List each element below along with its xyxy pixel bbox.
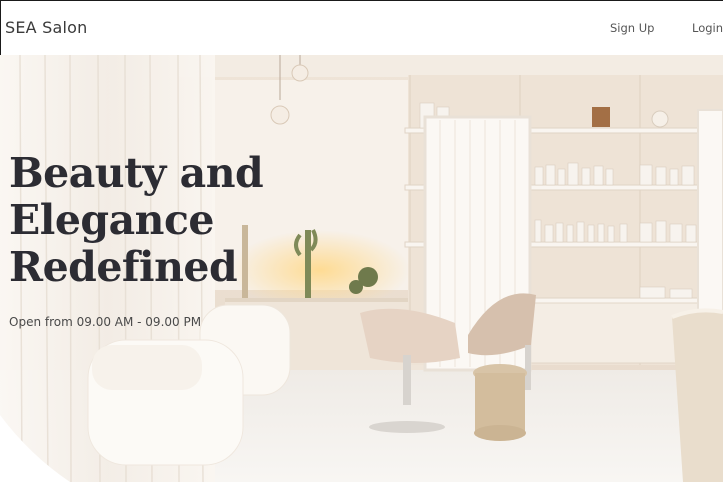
login-link[interactable]: Login (692, 21, 723, 35)
signup-link[interactable]: Sign Up (610, 21, 654, 35)
opening-hours-text: Open from 09.00 AM - 09.00 PM (9, 315, 202, 329)
top-navbar: SEA Salon Sign Up Login (0, 0, 723, 55)
hero-section: Beauty and Elegance Redefined Open from … (0, 55, 723, 482)
brand-logo-text[interactable]: SEA Salon (5, 18, 87, 37)
hero-title: Beauty and Elegance Redefined (9, 149, 264, 291)
